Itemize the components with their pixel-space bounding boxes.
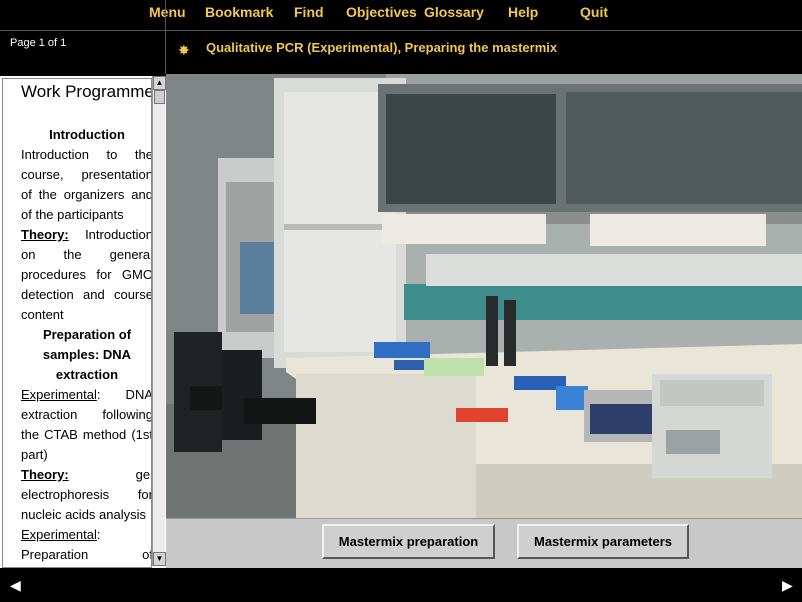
theory2-label: Theory: xyxy=(21,467,69,482)
button-bar: Mastermix preparation Mastermix paramete… xyxy=(166,518,802,568)
exp1-label: Experimental xyxy=(21,387,97,402)
previous-page-icon[interactable]: ◀ xyxy=(10,577,21,594)
exp2-paragraph: Experimental: Preparation of agarose gel… xyxy=(21,525,151,567)
lab-photo xyxy=(166,74,802,518)
menu-bar: Menu Bookmark Find Objectives Glossary H… xyxy=(0,0,802,28)
menu-item-find[interactable]: Find xyxy=(294,4,324,20)
work-programme-panel[interactable]: Work Programme Introduction Introduction… xyxy=(0,74,166,568)
exp1-paragraph: Experimental: DNA extraction following t… xyxy=(21,385,151,465)
scroll-thumb[interactable] xyxy=(154,90,165,104)
mastermix-parameters-button[interactable]: Mastermix parameters xyxy=(517,524,689,559)
theory1-paragraph: Theory: Introduction on the general proc… xyxy=(21,225,151,325)
intro-heading: Introduction xyxy=(49,127,125,142)
menu-item-glossary[interactable]: Glossary xyxy=(424,4,484,20)
bottom-nav-bar: ◀ ▶ xyxy=(0,568,802,602)
star-icon: ✸ xyxy=(178,42,190,58)
scroll-down-arrow-icon[interactable]: ▼ xyxy=(153,552,166,566)
scroll-up-arrow-icon[interactable]: ▲ xyxy=(153,76,166,90)
menu-item-help[interactable]: Help xyxy=(508,4,538,20)
page-indicator: Page 1 of 1 xyxy=(10,37,67,49)
menu-item-menu[interactable]: Menu xyxy=(149,4,186,20)
theory2-paragraph: Theory: gel electrophoresis for nucleic … xyxy=(21,465,151,525)
page-title: Qualitative PCR (Experimental), Preparin… xyxy=(206,40,558,55)
intro-text: Introduction to the course, presentation… xyxy=(21,147,152,222)
mastermix-preparation-button[interactable]: Mastermix preparation xyxy=(322,524,495,559)
menu-item-objectives[interactable]: Objectives xyxy=(346,4,417,20)
theory1-label: Theory: xyxy=(21,227,69,242)
panel-heading: Work Programme xyxy=(21,82,152,101)
menu-item-quit[interactable]: Quit xyxy=(580,4,608,20)
work-programme-scroll-area[interactable]: Work Programme Introduction Introduction… xyxy=(2,78,152,568)
header-vertical-divider xyxy=(165,0,166,74)
menu-item-bookmark[interactable]: Bookmark xyxy=(205,4,273,20)
exp2-label: Experimental xyxy=(21,527,97,542)
next-page-icon[interactable]: ▶ xyxy=(782,577,793,594)
panel-content: Introduction Introduction to the course,… xyxy=(21,125,152,567)
vertical-scrollbar[interactable]: ▲ ▼ xyxy=(152,76,166,566)
prep-heading: Preparation of samples: DNA extraction xyxy=(42,327,132,382)
header-divider xyxy=(0,30,802,31)
